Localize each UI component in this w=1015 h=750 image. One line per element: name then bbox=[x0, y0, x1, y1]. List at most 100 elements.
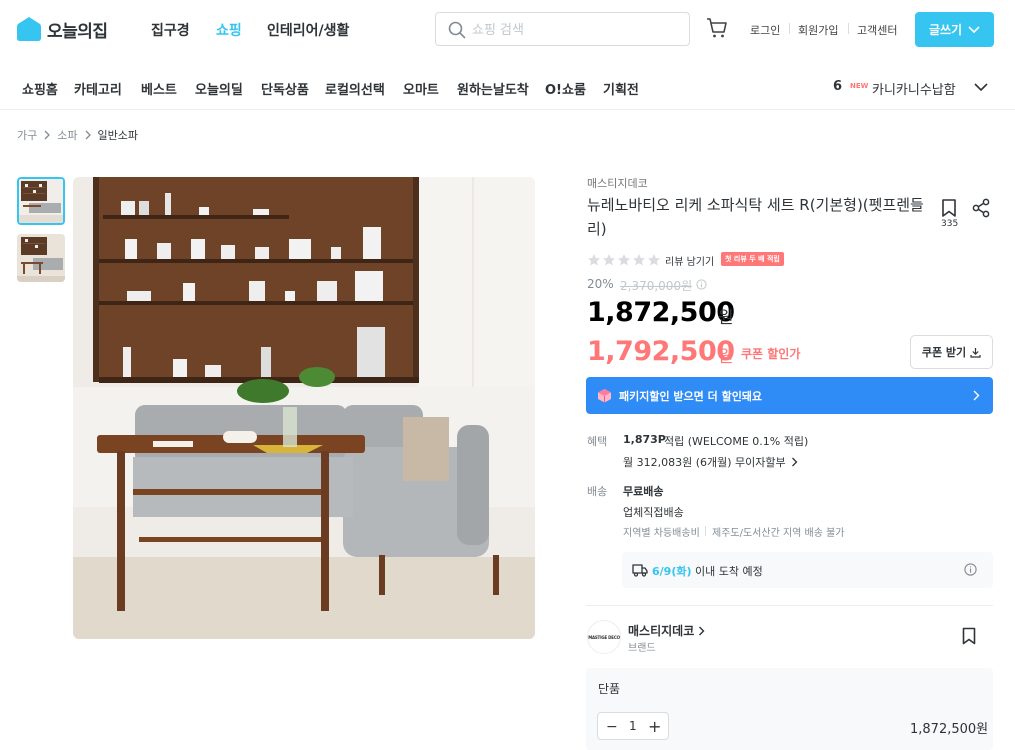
coupon-price: 1,792,500 bbox=[587, 336, 735, 367]
snav-o-mart[interactable]: 오마트 bbox=[403, 79, 439, 98]
write-review-link[interactable]: 리뷰 남기기 bbox=[665, 253, 714, 268]
bookmark-icon[interactable] bbox=[939, 198, 959, 218]
product-thumbnail-image bbox=[17, 234, 65, 282]
snav-todays-deal[interactable]: 오늘의딜 bbox=[195, 79, 243, 98]
bookmark-count: 335 bbox=[941, 219, 959, 229]
chevron-down-icon bbox=[968, 25, 980, 33]
write-button-label: 글쓰기 bbox=[928, 23, 963, 37]
info-icon[interactable] bbox=[964, 563, 977, 576]
search-input[interactable] bbox=[472, 20, 672, 40]
shipping-note: 지역별 차등배송비 bbox=[623, 528, 700, 539]
login-link[interactable]: 로그인 bbox=[750, 22, 780, 38]
info-icon[interactable] bbox=[696, 279, 707, 290]
breadcrumb-item[interactable]: 가구 bbox=[17, 127, 37, 143]
shipping-method: 업체직접배송 bbox=[623, 506, 684, 519]
cart-icon[interactable] bbox=[706, 17, 728, 39]
review-reward-badge: 첫 리뷰 두 배 적립 bbox=[721, 252, 784, 266]
divider bbox=[789, 23, 790, 34]
shipping-label: 배송 bbox=[587, 485, 608, 498]
delivery-eta-date: 6/9(화) bbox=[652, 565, 692, 578]
gnav-home-tour[interactable]: 집구경 bbox=[151, 20, 190, 40]
breadcrumb-item[interactable]: 소파 bbox=[57, 127, 77, 143]
house-logo-icon bbox=[17, 17, 41, 41]
snav-exhibition[interactable]: 기획전 bbox=[603, 79, 639, 98]
product-main-image[interactable] bbox=[73, 177, 535, 639]
coupon-download-button[interactable]: 쿠폰 받기 bbox=[910, 335, 993, 369]
package-discount-banner[interactable]: 패키지할인 받으면 더 할인돼요 bbox=[586, 377, 993, 414]
snav-local-pick[interactable]: 로컬의선택 bbox=[325, 79, 385, 98]
quantity-stepper: − 1 + bbox=[597, 712, 669, 740]
chevron-right-icon bbox=[44, 130, 51, 140]
package-banner-text: 패키지할인 받으면 더 할인돼요 bbox=[619, 390, 763, 403]
seller-name-link[interactable]: 매스티지데코 bbox=[628, 622, 705, 639]
new-badge: NEW bbox=[850, 82, 869, 90]
logo[interactable]: 오늘의집 bbox=[17, 16, 108, 42]
snav-best[interactable]: 베스트 bbox=[141, 79, 177, 98]
seller-name: 매스티지데코 bbox=[628, 624, 695, 638]
star-icon bbox=[648, 254, 660, 266]
customer-center-link[interactable]: 고객센터 bbox=[857, 22, 897, 38]
download-icon bbox=[970, 347, 981, 358]
snav-exclusive[interactable]: 단독상품 bbox=[261, 79, 309, 98]
product-thumbnail[interactable] bbox=[17, 177, 65, 225]
chevron-right-icon bbox=[973, 390, 980, 401]
global-header: 오늘의집 집구경 쇼핑 인테리어/생활 로그인 회원가입 고객센터 글쓰기 bbox=[0, 0, 1015, 60]
benefit-points: 1,873P bbox=[623, 433, 666, 446]
ranking-keyword[interactable]: 카니카니수납함 bbox=[872, 79, 956, 98]
rating-stars bbox=[587, 253, 661, 267]
snav-desired-date[interactable]: 원하는날도착 bbox=[457, 79, 529, 98]
search-box[interactable] bbox=[435, 12, 690, 46]
shipping-note: 제주도/도서산간 지역 배송 불가 bbox=[712, 528, 845, 539]
installment-link[interactable]: 월 312,083원 (6개월) 무이자할부 bbox=[623, 454, 798, 470]
original-price: 2,370,000원 bbox=[620, 279, 693, 293]
chevron-down-icon[interactable] bbox=[973, 79, 989, 95]
product-brand[interactable]: 매스티지데코 bbox=[587, 175, 648, 191]
divider bbox=[705, 526, 706, 536]
star-icon bbox=[633, 254, 645, 266]
selected-option-box: 단품 − 1 + 1,872,500원 bbox=[586, 668, 993, 750]
delivery-eta: 6/9(화) 이내 도착 예정 bbox=[652, 563, 763, 579]
signup-link[interactable]: 회원가입 bbox=[798, 22, 838, 38]
snav-shopping-home[interactable]: 쇼핑홈 bbox=[22, 79, 58, 98]
shopping-nav: 쇼핑홈 카테고리 베스트 오늘의딜 단독상품 로컬의선택 오마트 원하는날도착 … bbox=[0, 65, 1015, 110]
quantity-value[interactable]: 1 bbox=[629, 719, 637, 733]
gnav-shopping[interactable]: 쇼핑 bbox=[216, 20, 242, 40]
write-button[interactable]: 글쓰기 bbox=[915, 12, 994, 47]
sale-price: 1,872,500 bbox=[587, 297, 735, 328]
coupon-price-unit: 원 bbox=[718, 347, 734, 367]
product-photo bbox=[73, 177, 535, 639]
benefit-label: 혜택 bbox=[587, 435, 608, 448]
benefit-points-text: 적립 (WELCOME 0.1% 적립) bbox=[664, 435, 809, 448]
delivery-eta-text: 이내 도착 예정 bbox=[695, 565, 763, 578]
divider bbox=[586, 605, 993, 606]
star-icon bbox=[603, 254, 615, 266]
truck-icon bbox=[632, 564, 648, 577]
seller-logo[interactable]: MASTIGE DECO bbox=[587, 620, 621, 654]
share-icon[interactable] bbox=[971, 198, 991, 218]
option-price: 1,872,500원 bbox=[910, 722, 989, 737]
logo-text: 오늘의집 bbox=[47, 21, 108, 42]
star-icon bbox=[588, 254, 600, 266]
shipping-type: 무료배송 bbox=[623, 485, 664, 498]
option-name: 단품 bbox=[598, 682, 621, 696]
chevron-right-icon bbox=[699, 626, 705, 635]
gift-box-icon bbox=[598, 389, 611, 403]
product-thumbnail-image bbox=[19, 179, 63, 223]
chevron-right-icon bbox=[791, 457, 798, 467]
gnav-interior[interactable]: 인테리어/생활 bbox=[267, 20, 349, 40]
search-icon bbox=[448, 21, 466, 39]
ranking-number: 6 bbox=[833, 79, 843, 94]
snav-category[interactable]: 카테고리 bbox=[74, 79, 122, 98]
breadcrumb-item[interactable]: 일반소파 bbox=[98, 127, 138, 143]
decrease-button[interactable]: − bbox=[606, 719, 618, 735]
increase-button[interactable]: + bbox=[648, 717, 661, 736]
discount-rate: 20% bbox=[587, 277, 614, 291]
breadcrumb: 가구 소파 일반소파 bbox=[17, 127, 138, 143]
coupon-button-label: 쿠폰 받기 bbox=[921, 346, 967, 359]
installment-text: 월 312,083원 (6개월) 무이자할부 bbox=[623, 456, 786, 469]
product-thumbnail[interactable] bbox=[17, 234, 65, 282]
divider bbox=[848, 23, 849, 34]
snav-showroom[interactable]: O!쇼룸 bbox=[545, 79, 586, 98]
bookmark-icon[interactable] bbox=[960, 627, 978, 645]
product-title: 뉴레노바티오 리케 소파식탁 세트 R(기본형)(펫프렌들리) bbox=[587, 196, 924, 238]
